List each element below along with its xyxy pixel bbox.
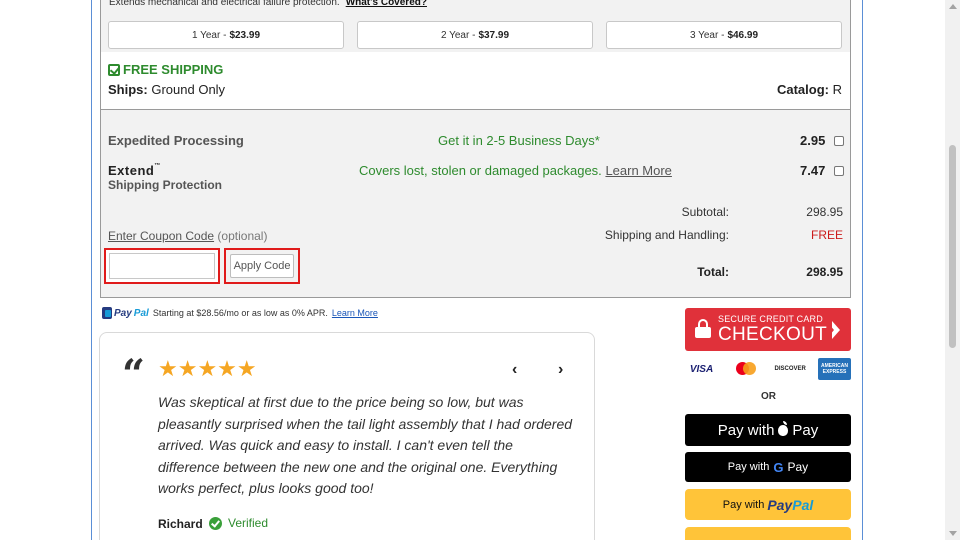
plan-term: 1 Year - [191,29,227,41]
ships-value: Ground Only [151,82,226,97]
checkout-top-label: SECURE CREDIT CARD [718,314,823,324]
check-square-icon [108,63,120,76]
secure-checkout-button[interactable]: SECURE CREDIT CARD CHECKOUT [685,308,851,351]
extend-logo: Extend™ [108,163,161,178]
warranty-section: Extends mechanical and electrical failur… [101,0,850,52]
paypal-button-prefix: Pay with [722,498,765,511]
review-next-button[interactable]: › [558,361,563,379]
quote-icon: “ [122,351,146,398]
or-divider: OR [761,391,776,402]
checkout-main-label: CHECKOUT [718,324,828,345]
visa-icon: VISA [689,363,714,375]
amex-icon: AMERICAN EXPRESS [817,358,851,380]
cart-summary-panel: Extends mechanical and electrical failur… [100,0,851,298]
apple-logo-icon [778,420,789,436]
expedited-processing-price: 2.95 [800,133,826,148]
paypal-logo: Pay Pal [102,307,149,319]
plan-term: 2 Year - [440,29,476,41]
shipping-protection-label: Shipping Protection [108,178,222,192]
paypal-wordmark-pal: Pal [792,496,814,513]
expedited-processing-label: Expedited Processing [108,133,244,148]
reviewer-name: Richard [158,517,203,531]
total-label: Total: [697,265,729,279]
coupon-label: Enter Coupon Code (optional) [108,229,267,243]
warranty-description: Extends mechanical and electrical failur… [109,0,427,8]
plan-price: $23.99 [229,29,261,41]
catalog-label: Catalog: [776,82,829,97]
google-pay-word: Pay [787,460,809,474]
google-g-icon: G [773,459,784,475]
apply-code-button[interactable]: Apply Code [230,254,294,278]
shipping-info-section: FREE SHIPPING Ships: Ground Only Catalog… [101,52,850,110]
paypal-logo-pay: Pay [114,307,132,319]
warranty-plan-2-year-button[interactable]: 2 Year - $37.99 [357,21,593,49]
paypal-wordmark: PayPal [767,497,813,513]
shipping-handling-value: FREE [810,228,843,242]
free-shipping-label: FREE SHIPPING [123,62,224,77]
shipping-handling-label: Shipping and Handling: [604,228,729,242]
shipping-protection-price: 7.47 [800,163,826,178]
warranty-plan-1-year-button[interactable]: 1 Year - $23.99 [108,21,344,49]
plan-term: 3 Year - [689,29,725,41]
plan-price: $46.99 [727,29,759,41]
google-pay-button[interactable]: Pay with G Pay [685,452,851,482]
apple-pay-button[interactable]: Pay with Pay [685,414,851,446]
warranty-description-text: Extends mechanical and electrical failur… [109,0,340,8]
extend-brand-text: Extend [108,163,155,178]
options-and-totals-section: Expedited Processing Get it in 2-5 Busin… [101,110,850,297]
review-card: “ ★★★★★ ‹ › Was skeptical at first due t… [99,332,595,540]
page-scrollbar[interactable] [945,0,960,540]
paypal-button[interactable]: Pay with PayPal [685,489,851,520]
total-value: 298.95 [806,265,843,279]
plan-price: $37.99 [478,29,510,41]
coupon-code-input[interactable] [109,253,215,279]
paypal-wordmark-pay: Pay [767,496,793,513]
google-pay-prefix: Pay with [727,461,770,473]
review-text: Was skeptical at first due to the price … [158,394,573,496]
paypal-mark-icon [102,307,112,319]
pay-later-button[interactable] [685,527,851,540]
scroll-up-icon[interactable] [949,4,957,9]
apply-code-highlight: Apply Code [224,248,300,284]
paypal-credit-learn-more-link[interactable]: Learn More [332,308,378,318]
scrollbar-thumb[interactable] [949,145,956,348]
paypal-credit-text: Starting at $28.56/mo or as low as 0% AP… [152,308,328,318]
apple-pay-word: Pay [792,421,819,439]
verified-check-icon [209,516,222,530]
catalog-value: R [832,82,842,97]
chevron-right-icon [829,321,840,339]
discover-icon: DISCOVER [774,366,806,372]
coupon-input-highlight [104,248,220,284]
free-shipping-badge: FREE SHIPPING [108,62,223,77]
paypal-logo-pal: Pal [133,307,149,319]
shipping-protection-desc-text: Covers lost, stolen or damaged packages. [359,163,602,178]
subtotal-label: Subtotal: [681,205,729,219]
mastercard-icon [729,358,762,380]
shipping-protection-checkbox[interactable] [834,166,844,176]
expedited-processing-description: Get it in 2-5 Business Days* [438,133,600,148]
lock-icon [695,319,711,338]
apple-pay-prefix: Pay with [717,421,775,439]
ships-method: Ships: Ground Only [108,82,225,97]
shipping-protection-description: Covers lost, stolen or damaged packages.… [359,163,672,178]
verified-badge: Verified [209,516,268,530]
scroll-down-icon[interactable] [949,531,957,536]
ships-label: Ships: [108,82,148,97]
extend-trademark: ™ [154,163,161,169]
verified-label: Verified [228,516,269,530]
catalog-info: Catalog: R [777,82,842,97]
coupon-optional-text: (optional) [217,229,268,243]
star-rating-icon: ★★★★★ [158,356,257,381]
shipping-protection-learn-more-link[interactable]: Learn More [605,163,671,178]
accepted-cards: VISA DISCOVER AMERICAN EXPRESS [685,358,851,380]
review-prev-button[interactable]: ‹ [512,361,517,379]
paypal-credit-line: Pay Pal Starting at $28.56/mo or as low a… [102,307,378,319]
checkout-page: Extends mechanical and electrical failur… [0,0,960,540]
expedited-processing-checkbox[interactable] [834,136,844,146]
coupon-label-link[interactable]: Enter Coupon Code [108,229,214,243]
subtotal-value: 298.95 [806,205,843,219]
whats-covered-link[interactable]: What's Covered? [346,0,427,8]
warranty-plan-3-year-button[interactable]: 3 Year - $46.99 [606,21,842,49]
